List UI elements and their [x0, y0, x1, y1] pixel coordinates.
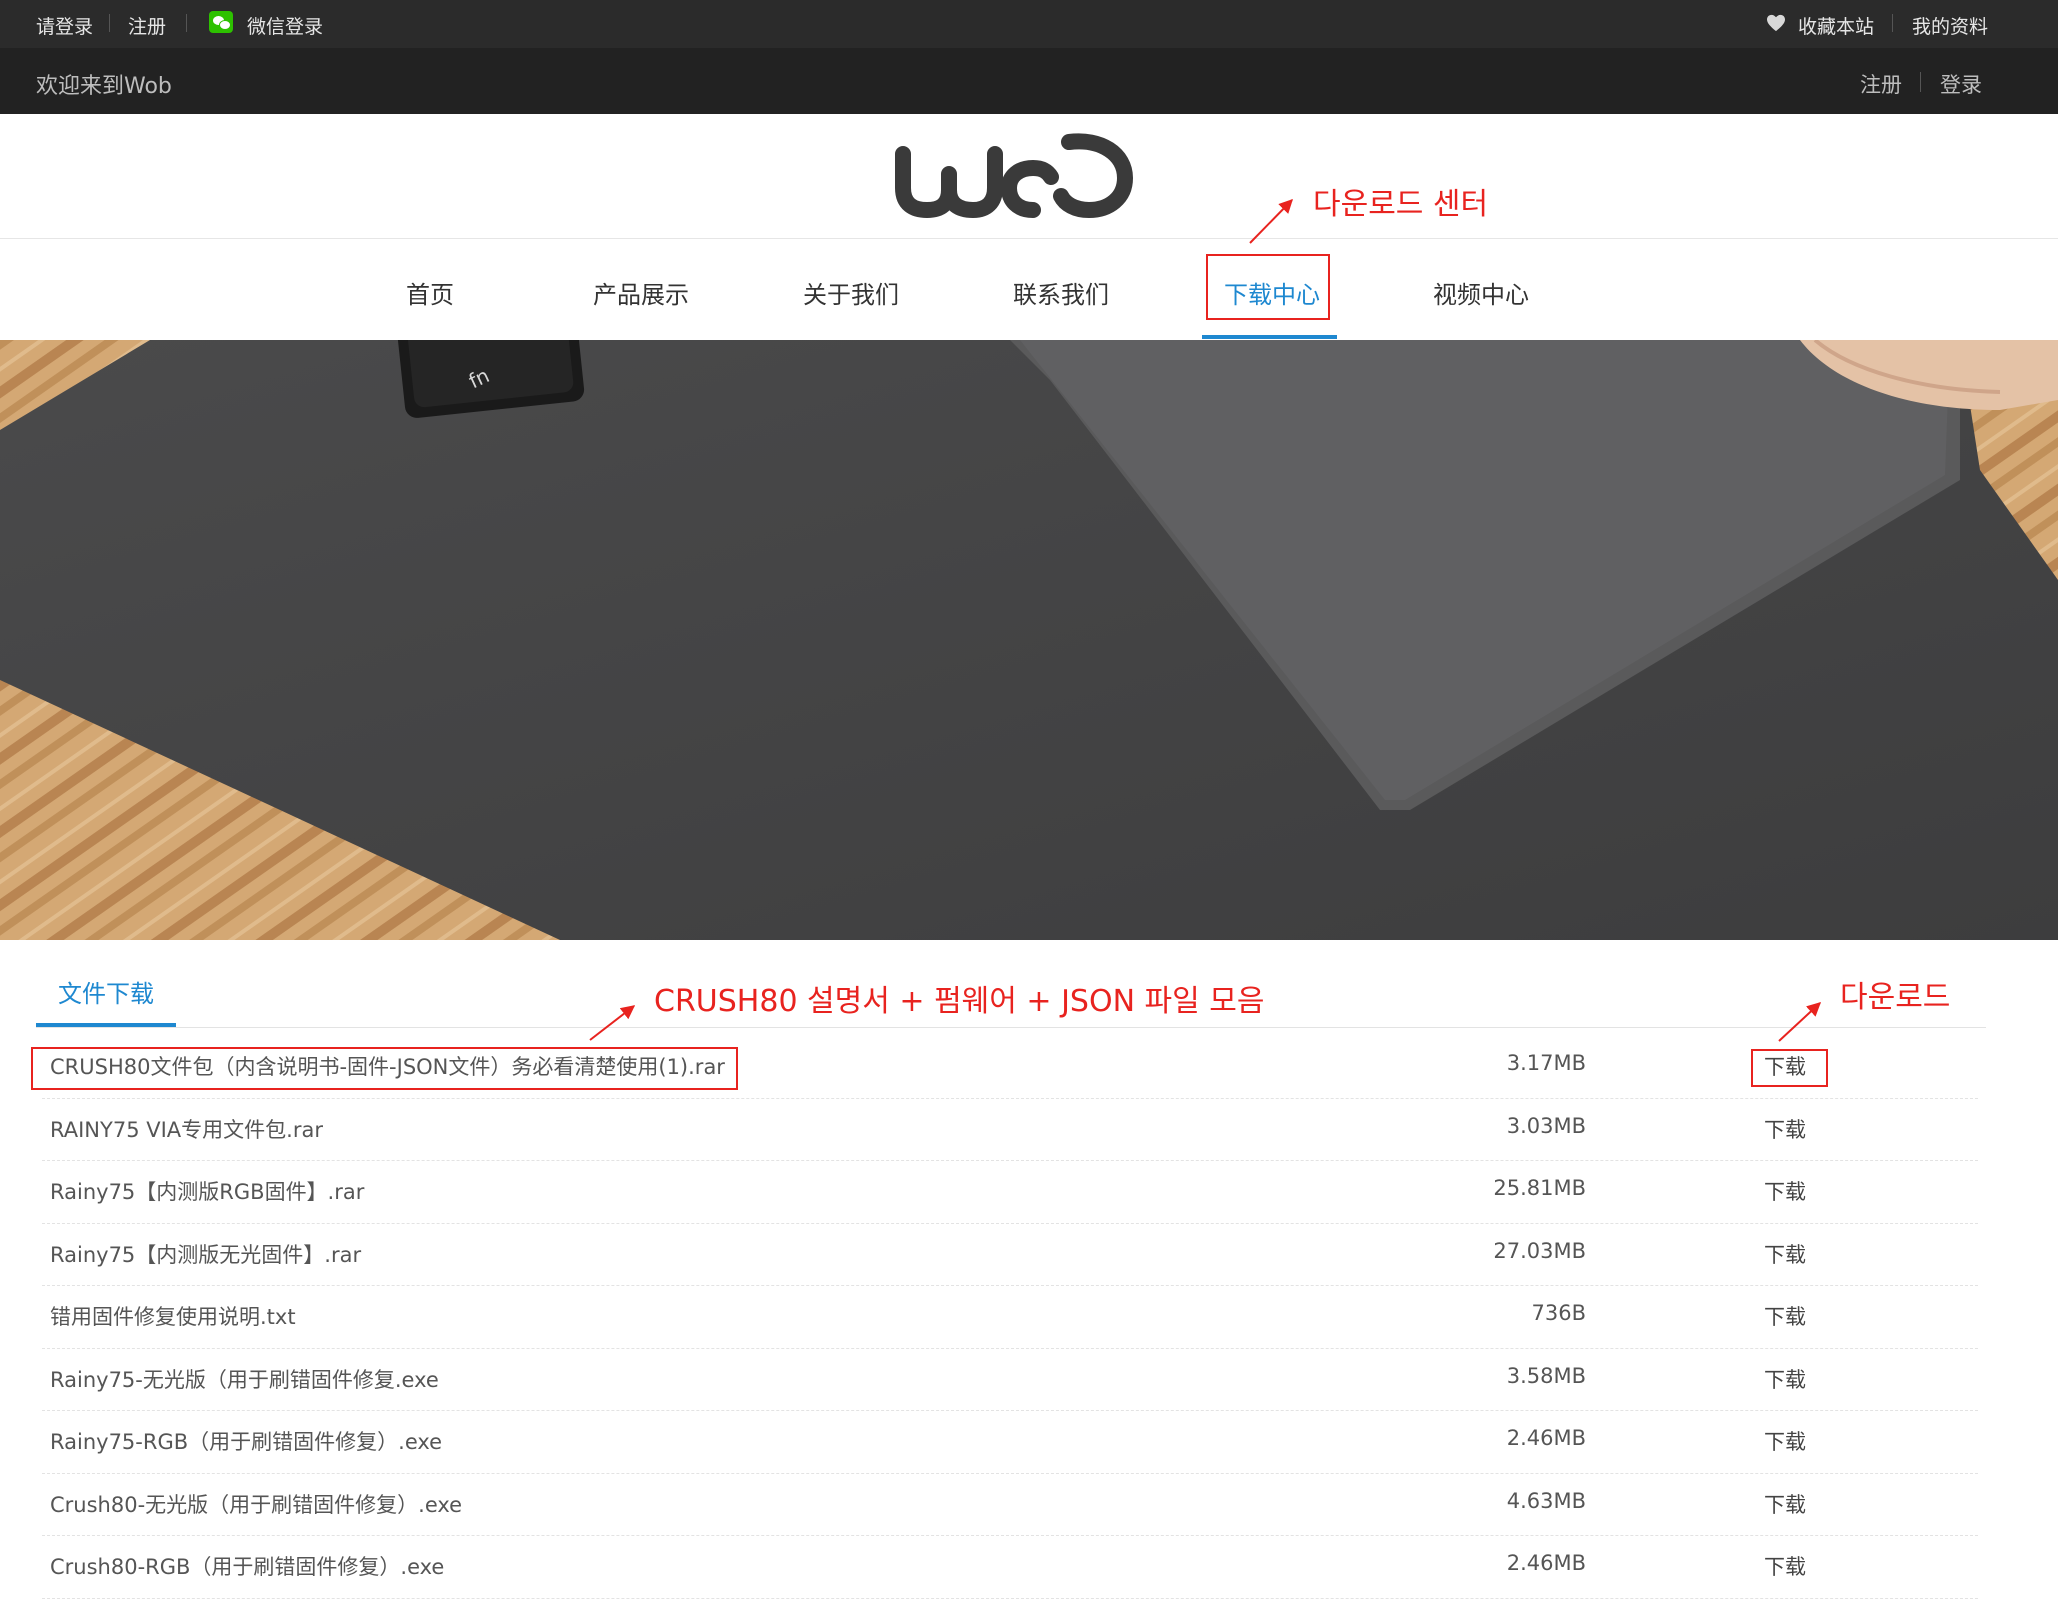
register-link[interactable]: 注册	[1860, 69, 1902, 99]
keyboard-photo: fn	[0, 340, 2058, 940]
file-row: Crush80-无光版（用于刷错固件修复）.exe 4.63MB 下载	[42, 1474, 1978, 1536]
file-name[interactable]: Crush80-无光版（用于刷错固件修复）.exe	[50, 1489, 462, 1519]
login-link[interactable]: 登录	[1940, 69, 1982, 99]
file-row: Rainy75-无光版（用于刷错固件修复.exe 3.58MB 下载	[42, 1349, 1978, 1411]
highlight-download-button	[1751, 1049, 1828, 1087]
download-button[interactable]: 下载	[1764, 1551, 1806, 1581]
file-size: 2.46MB	[1506, 1426, 1586, 1450]
header: wob	[0, 114, 2058, 239]
file-size: 25.81MB	[1493, 1176, 1586, 1200]
divider	[109, 14, 110, 32]
file-row: RAINY75 VIA专用文件包.rar 3.03MB 下载	[42, 1099, 1978, 1161]
file-list: CRUSH80文件包（内含说明书-固件-JSON文件）务必看清楚使用(1).ra…	[42, 1036, 1978, 1599]
file-row: Rainy75-RGB（用于刷错固件修复）.exe 2.46MB 下载	[42, 1411, 1978, 1474]
file-size: 736B	[1531, 1301, 1587, 1325]
tab-file-download[interactable]: 文件下载	[58, 974, 154, 1009]
welcome-text: 欢迎来到Wob	[36, 74, 172, 99]
file-name[interactable]: Rainy75【内测版无光固件】.rar	[50, 1239, 361, 1269]
file-name[interactable]: Crush80-RGB（用于刷错固件修复）.exe	[50, 1551, 444, 1581]
highlight-nav-downloads	[1206, 254, 1330, 320]
highlight-first-file	[31, 1047, 738, 1090]
file-row: 错用固件修复使用说明.txt 736B 下载	[42, 1286, 1978, 1349]
download-button[interactable]: 下载	[1764, 1239, 1806, 1269]
download-button[interactable]: 下载	[1764, 1426, 1806, 1456]
top-bar: 请登录 注册 微信登录 收藏本站 我的资料	[0, 0, 2058, 48]
file-size: 2.46MB	[1506, 1551, 1586, 1575]
file-row: Rainy75【内测版RGB固件】.rar 25.81MB 下载	[42, 1161, 1978, 1224]
download-button[interactable]: 下载	[1764, 1114, 1806, 1144]
my-profile-link[interactable]: 我的资料	[1912, 12, 1988, 39]
file-size: 3.17MB	[1506, 1051, 1586, 1075]
file-row: Crush80-RGB（用于刷错固件修复）.exe 2.46MB 下载	[42, 1536, 1978, 1599]
annotation-download: 다운로드	[1840, 980, 1951, 1015]
divider	[186, 14, 187, 32]
file-name[interactable]: RAINY75 VIA专用文件包.rar	[50, 1114, 323, 1144]
main-nav: 首页 产品展示 关于我们 联系我们 下载中心 视频中心	[0, 240, 2058, 340]
nav-home[interactable]: 首页	[406, 275, 454, 310]
file-size: 3.03MB	[1506, 1113, 1586, 1138]
file-size: 4.63MB	[1506, 1488, 1586, 1513]
nav-products[interactable]: 产品展示	[593, 275, 689, 310]
file-name[interactable]: Rainy75-RGB（用于刷错固件修复）.exe	[50, 1426, 442, 1456]
download-button[interactable]: 下载	[1764, 1489, 1806, 1519]
download-button[interactable]: 下载	[1764, 1176, 1806, 1206]
file-size: 27.03MB	[1493, 1238, 1586, 1263]
hero-banner: fn	[0, 340, 2058, 940]
file-name[interactable]: Rainy75【内测版RGB固件】.rar	[50, 1176, 364, 1206]
heart-icon[interactable]	[1766, 14, 1786, 32]
annotation-download-center: 다운로드 센터	[1313, 187, 1489, 222]
download-button[interactable]: 下载	[1764, 1301, 1806, 1331]
file-name[interactable]: Rainy75-无光版（用于刷错固件修复.exe	[50, 1364, 439, 1394]
wechat-login-link[interactable]: 微信登录	[247, 12, 323, 39]
nav-contact[interactable]: 联系我们	[1013, 275, 1109, 310]
nav-about[interactable]: 关于我们	[803, 275, 899, 310]
file-row: Rainy75【内测版无光固件】.rar 27.03MB 下载	[42, 1224, 1978, 1286]
divider	[1892, 14, 1893, 32]
bookmark-link[interactable]: 收藏本站	[1798, 12, 1874, 39]
file-size: 3.58MB	[1506, 1363, 1586, 1388]
login-link[interactable]: 请登录	[36, 12, 93, 39]
welcome-bar: 欢迎来到Wob 注册 登录	[0, 48, 2058, 114]
wechat-icon[interactable]	[209, 11, 233, 33]
download-button[interactable]: 下载	[1764, 1364, 1806, 1394]
wob-logo[interactable]: wob	[893, 130, 1133, 222]
register-link[interactable]: 注册	[128, 12, 166, 39]
nav-videos[interactable]: 视频中心	[1433, 275, 1529, 310]
divider	[1920, 72, 1921, 92]
active-nav-indicator	[1202, 335, 1337, 339]
file-name[interactable]: 错用固件修复使用说明.txt	[50, 1301, 296, 1331]
active-tab-indicator	[36, 1023, 176, 1027]
annotation-file-bundle: CRUSH80 설명서 + 펌웨어 + JSON 파일 모음	[654, 984, 1265, 1019]
